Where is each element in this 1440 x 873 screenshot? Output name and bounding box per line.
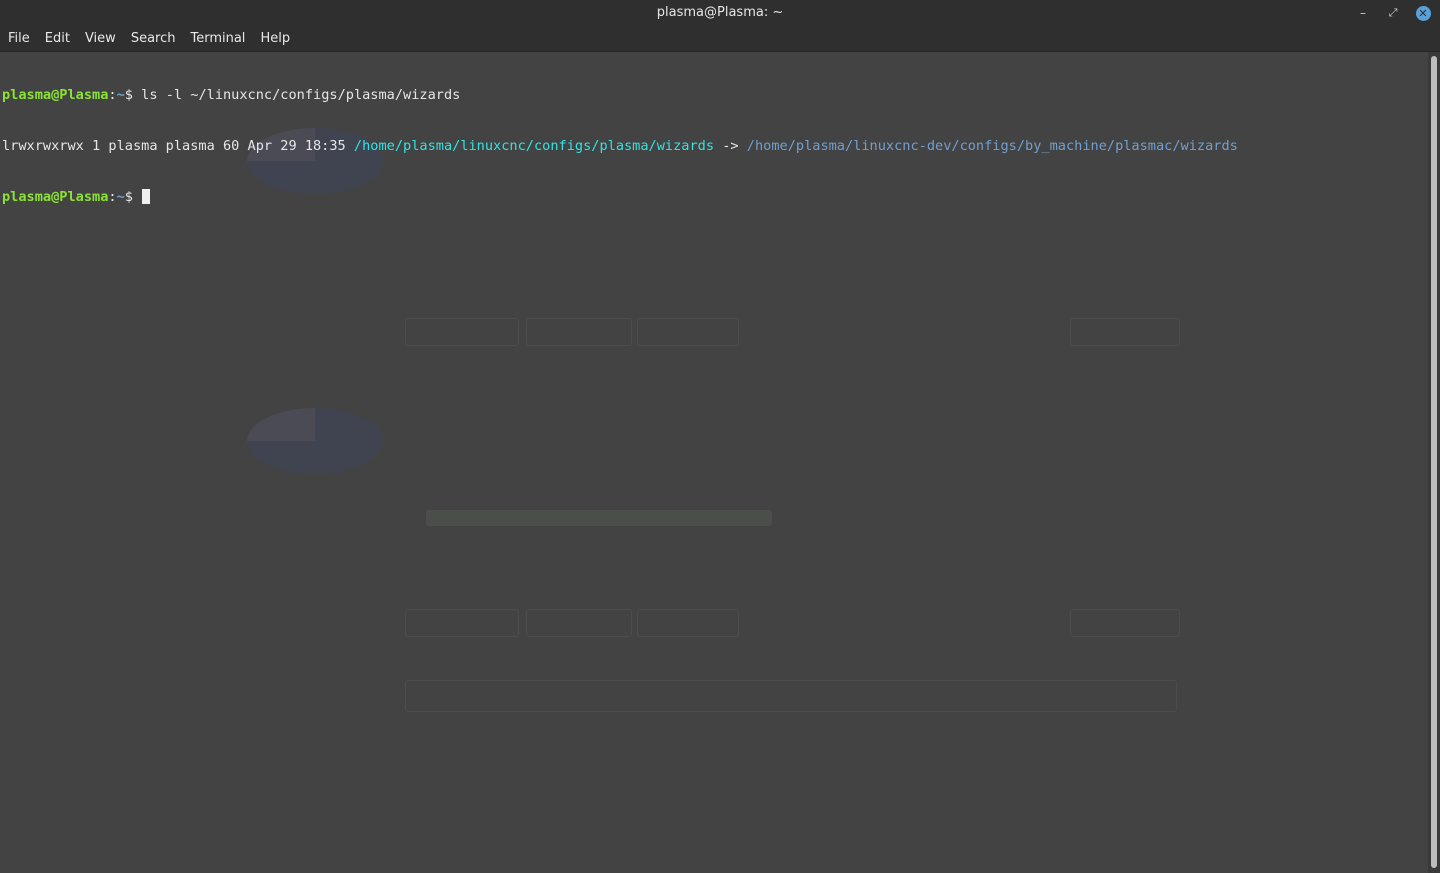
prompt-path: ~ bbox=[116, 189, 125, 205]
text-cursor bbox=[142, 189, 151, 204]
terminal-line: lrwxrwxrwx 1 plasma plasma 60 Apr 29 18:… bbox=[2, 138, 1238, 155]
prompt-symbol: $ bbox=[124, 87, 142, 103]
menu-search[interactable]: Search bbox=[124, 27, 183, 51]
terminal-output: plasma@Plasma:~$ ls -l ~/linuxcnc/config… bbox=[2, 53, 1238, 240]
terminal-area[interactable]: plasma@Plasma:~$ ls -l ~/linuxcnc/config… bbox=[0, 52, 1428, 873]
prompt-separator: : bbox=[108, 87, 117, 103]
ghost-avatar-2 bbox=[247, 408, 383, 474]
close-button[interactable]: ✕ bbox=[1414, 4, 1432, 22]
window-titlebar[interactable]: plasma@Plasma: ~ – ⤢ ✕ bbox=[0, 0, 1440, 27]
ghost-box bbox=[526, 609, 632, 637]
symlink-arrow: -> bbox=[714, 138, 747, 154]
ghost-box bbox=[405, 609, 519, 637]
menu-bar: File Edit View Search Terminal Help bbox=[0, 27, 1440, 52]
ghost-box bbox=[1070, 318, 1180, 346]
menu-terminal[interactable]: Terminal bbox=[183, 27, 252, 51]
vertical-scrollbar[interactable] bbox=[1428, 52, 1440, 873]
menu-edit[interactable]: Edit bbox=[38, 27, 77, 51]
prompt-user: plasma@Plasma bbox=[2, 189, 109, 205]
ghost-box bbox=[1070, 609, 1180, 637]
symlink-source: /home/plasma/linuxcnc/configs/plasma/wiz… bbox=[353, 138, 715, 154]
listing-info: lrwxrwxrwx 1 plasma plasma 60 Apr 29 18:… bbox=[2, 138, 354, 154]
menu-file[interactable]: File bbox=[1, 27, 37, 51]
maximize-icon[interactable]: ⤢ bbox=[1384, 4, 1402, 22]
terminal-line: plasma@Plasma:~$ bbox=[2, 189, 1238, 206]
ghost-box bbox=[637, 609, 739, 637]
menu-view[interactable]: View bbox=[78, 27, 123, 51]
scrollbar-thumb[interactable] bbox=[1431, 56, 1437, 868]
ghost-box bbox=[405, 318, 519, 346]
terminal-line: plasma@Plasma:~$ ls -l ~/linuxcnc/config… bbox=[2, 87, 1238, 104]
minimize-icon[interactable]: – bbox=[1354, 4, 1372, 22]
symlink-target: /home/plasma/linuxcnc-dev/configs/by_mac… bbox=[746, 138, 1238, 154]
prompt-separator: : bbox=[108, 189, 117, 205]
close-icon: ✕ bbox=[1415, 6, 1431, 21]
prompt-user: plasma@Plasma bbox=[2, 87, 109, 103]
ghost-box bbox=[426, 510, 772, 526]
prompt-path: ~ bbox=[116, 87, 125, 103]
ghost-box bbox=[405, 680, 1177, 712]
prompt-symbol: $ bbox=[124, 189, 142, 205]
command-text: ls -l ~/linuxcnc/configs/plasma/wizards bbox=[141, 87, 461, 103]
window-title: plasma@Plasma: ~ bbox=[656, 5, 784, 20]
ghost-box bbox=[526, 318, 632, 346]
menu-help[interactable]: Help bbox=[253, 27, 297, 51]
ghost-box bbox=[637, 318, 739, 346]
